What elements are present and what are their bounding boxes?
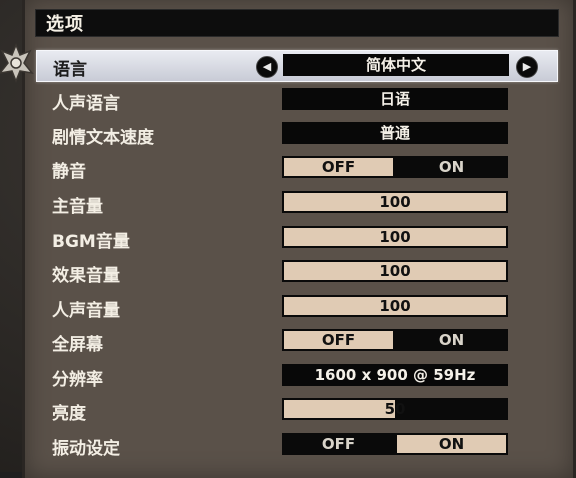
sfx-volume-slider[interactable]: 100 bbox=[282, 260, 508, 282]
option-label: 剧情文本速度 bbox=[52, 128, 154, 148]
option-value: 普通 bbox=[282, 122, 508, 144]
ornament-cursor-icon bbox=[0, 42, 34, 84]
option-value: 日语 bbox=[282, 88, 508, 110]
slider-value: 100 bbox=[379, 193, 411, 211]
mute-toggle[interactable]: OFF ON bbox=[282, 156, 508, 178]
option-row-master-volume[interactable]: 主音量 100 bbox=[36, 188, 556, 218]
slider-value: 100 bbox=[379, 297, 411, 315]
toggle-off[interactable]: OFF bbox=[284, 435, 393, 453]
option-row-voice-language[interactable]: 人声语言 日语 bbox=[36, 85, 556, 115]
left-arrow-icon[interactable]: ◀ bbox=[256, 56, 278, 78]
option-row-brightness[interactable]: 亮度 50 bbox=[36, 395, 556, 425]
voice-volume-slider[interactable]: 100 bbox=[282, 295, 508, 317]
option-label: 振动设定 bbox=[52, 439, 120, 459]
title-bar: 选项 bbox=[35, 9, 559, 37]
toggle-on[interactable]: ON bbox=[397, 435, 506, 453]
brightness-slider[interactable]: 50 bbox=[282, 398, 508, 420]
toggle-off[interactable]: OFF bbox=[284, 158, 393, 176]
toggle-off[interactable]: OFF bbox=[284, 331, 393, 349]
option-value: 1600 x 900 @ 59Hz bbox=[282, 364, 508, 386]
option-row-bgm-volume[interactable]: BGM音量 100 bbox=[36, 223, 556, 253]
slider-value: 100 bbox=[379, 262, 411, 280]
option-value: 简体中文 bbox=[283, 54, 509, 76]
option-row-resolution[interactable]: 分辨率 1600 x 900 @ 59Hz bbox=[36, 361, 556, 391]
option-row-mute[interactable]: 静音 OFF ON bbox=[36, 153, 556, 183]
master-volume-slider[interactable]: 100 bbox=[282, 191, 508, 213]
option-label: 亮度 bbox=[52, 404, 86, 424]
option-row-vibration[interactable]: 振动设定 OFF ON bbox=[36, 430, 556, 460]
option-row-text-speed[interactable]: 剧情文本速度 普通 bbox=[36, 119, 556, 149]
option-label: 静音 bbox=[52, 162, 86, 182]
page-title: 选项 bbox=[46, 14, 84, 35]
option-row-voice-volume[interactable]: 人声音量 100 bbox=[36, 292, 556, 322]
slider-value: 100 bbox=[379, 228, 411, 246]
option-row-language[interactable]: 语言 ◀ 简体中文 ▶ bbox=[36, 50, 558, 82]
slider-value: 50 bbox=[384, 400, 406, 418]
option-label: 主音量 bbox=[52, 197, 103, 217]
option-row-sfx-volume[interactable]: 效果音量 100 bbox=[36, 257, 556, 287]
vibration-toggle[interactable]: OFF ON bbox=[282, 433, 508, 455]
option-label: 人声语言 bbox=[52, 94, 120, 114]
option-label: BGM音量 bbox=[52, 232, 130, 252]
option-row-fullscreen[interactable]: 全屏幕 OFF ON bbox=[36, 326, 556, 356]
option-label: 人声音量 bbox=[52, 301, 120, 321]
toggle-on[interactable]: ON bbox=[397, 158, 506, 176]
bgm-volume-slider[interactable]: 100 bbox=[282, 226, 508, 248]
option-label: 分辨率 bbox=[52, 370, 103, 390]
toggle-on[interactable]: ON bbox=[397, 331, 506, 349]
right-arrow-icon[interactable]: ▶ bbox=[516, 56, 538, 78]
fullscreen-toggle[interactable]: OFF ON bbox=[282, 329, 508, 351]
option-label: 全屏幕 bbox=[52, 335, 103, 355]
option-label: 语言 bbox=[53, 60, 87, 80]
option-label: 效果音量 bbox=[52, 266, 120, 286]
